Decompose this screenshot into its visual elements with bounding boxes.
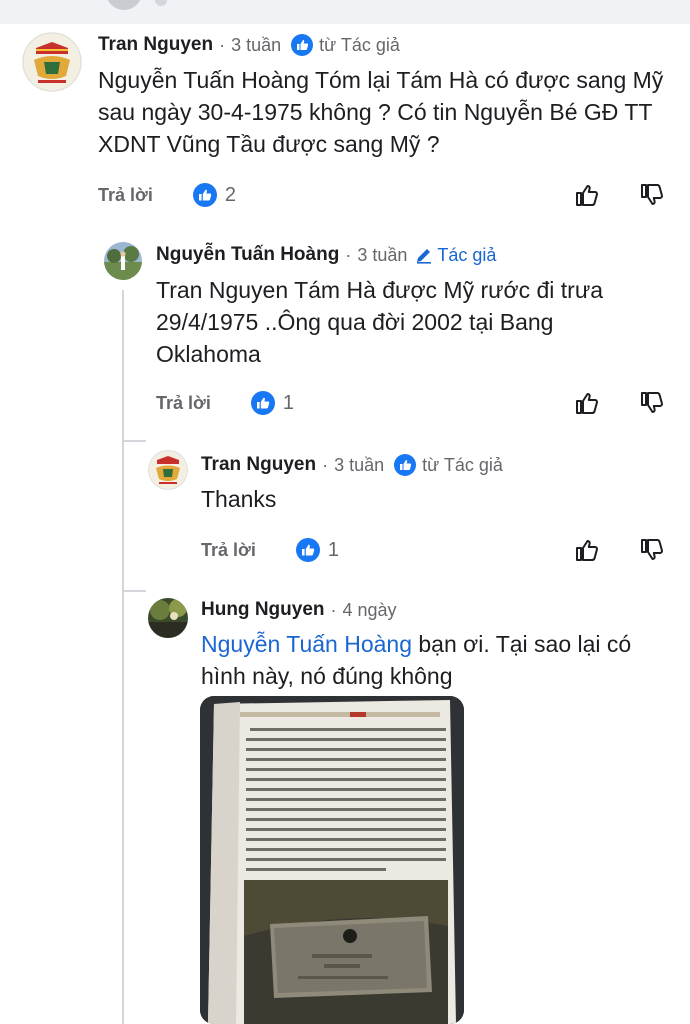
author-name[interactable]: Hung Nguyen xyxy=(201,599,325,621)
author-name[interactable]: Tran Nguyen xyxy=(98,34,213,56)
thumbs-down-icon[interactable] xyxy=(638,536,666,564)
author-name[interactable]: Tran Nguyen xyxy=(201,454,316,476)
timestamp[interactable]: 3 tuần xyxy=(334,455,384,476)
comment-text: Nguyễn Tuấn Hoàng bạn ơi. Tại sao lại có… xyxy=(201,628,671,692)
like-reaction-icon[interactable] xyxy=(250,391,275,415)
like-reaction-icon[interactable] xyxy=(192,183,217,207)
reply-button[interactable]: Trả lời xyxy=(201,540,256,561)
comment-text: Thanks xyxy=(201,486,277,512)
author-badge-label: từ Tác giả xyxy=(319,34,400,55)
timestamp[interactable]: 3 tuần xyxy=(231,35,281,56)
thread-line xyxy=(122,290,124,1024)
thumbs-down-icon[interactable] xyxy=(638,181,666,209)
avatar[interactable] xyxy=(148,450,188,490)
comment-header: Hung Nguyen · 4 ngày xyxy=(201,599,397,621)
like-reaction-icon[interactable] xyxy=(295,538,320,562)
comment-photo[interactable] xyxy=(200,696,464,1024)
thumbs-down-icon[interactable] xyxy=(638,389,666,417)
avatar[interactable] xyxy=(148,598,188,638)
thread-branch xyxy=(122,440,146,442)
comment-header: Nguyễn Tuấn Hoàng · 3 tuần Tác giả xyxy=(156,244,496,266)
comment-actions: Trả lời 1 xyxy=(201,537,339,563)
pen-icon xyxy=(417,249,432,264)
timestamp[interactable]: 4 ngày xyxy=(343,600,397,621)
comment-header: Tran Nguyen · 3 tuần từ Tác giả xyxy=(201,454,503,476)
comment-actions: Trả lời 1 xyxy=(156,390,294,416)
like-count[interactable]: 2 xyxy=(225,184,236,207)
thumbs-up-icon[interactable] xyxy=(573,536,601,564)
separator-dot: · xyxy=(330,599,337,620)
author-badge-label: từ Tác giả xyxy=(422,454,503,475)
separator-dot: · xyxy=(322,454,329,475)
timestamp[interactable]: 3 tuần xyxy=(357,245,407,266)
avatar[interactable] xyxy=(104,242,142,280)
thumbs-up-icon[interactable] xyxy=(573,181,601,209)
mention-link[interactable]: Nguyễn Tuấn Hoàng xyxy=(201,631,412,657)
reply-button[interactable]: Trả lời xyxy=(156,393,211,414)
separator-dot: · xyxy=(345,244,352,265)
reply-button[interactable]: Trả lời xyxy=(98,185,153,206)
author-badge-label: Tác giả xyxy=(437,244,497,265)
previous-comment-strip xyxy=(0,0,690,24)
author-badge: Tác giả xyxy=(407,245,496,266)
avatar[interactable] xyxy=(22,32,82,92)
like-count[interactable]: 1 xyxy=(283,392,294,415)
author-badge-icon xyxy=(394,454,417,476)
like-count[interactable]: 1 xyxy=(328,539,339,562)
comment-text: Nguyễn Tuấn Hoàng Tóm lại Tám Hà có được… xyxy=(98,67,664,157)
author-name[interactable]: Nguyễn Tuấn Hoàng xyxy=(156,244,339,266)
book-page-photo xyxy=(200,696,464,1024)
thread-branch xyxy=(122,590,146,592)
author-badge-icon xyxy=(291,34,314,56)
comment-header: Tran Nguyen · 3 tuần từ Tác giả xyxy=(98,34,400,56)
thumbs-up-icon[interactable] xyxy=(573,389,601,417)
previous-avatar xyxy=(106,0,142,10)
previous-reaction-dot xyxy=(155,0,167,6)
separator-dot: · xyxy=(219,34,226,55)
comment-actions: Trả lời 2 xyxy=(98,182,236,208)
comment-text: Tran Nguyen Tám Hà được Mỹ rước đi trưa … xyxy=(156,277,604,367)
